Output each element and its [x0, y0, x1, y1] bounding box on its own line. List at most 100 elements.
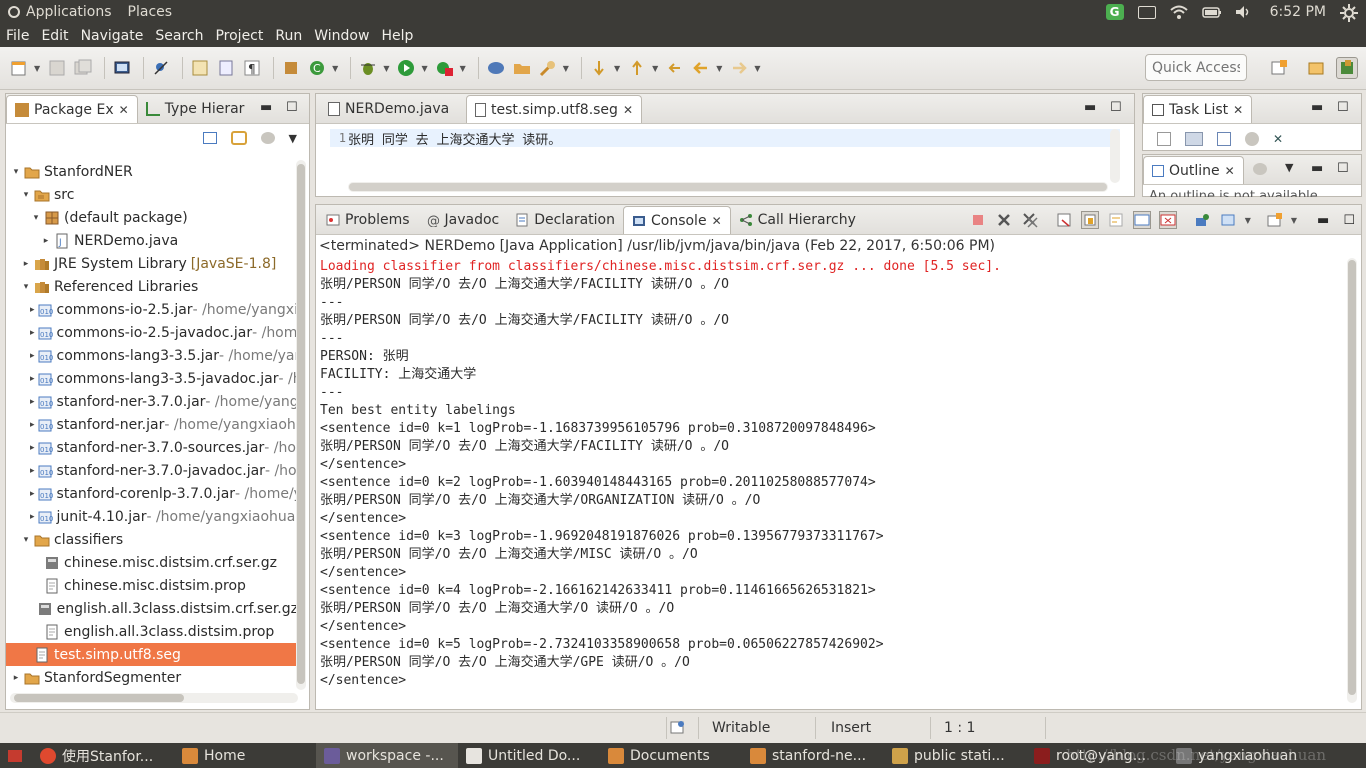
collapse-arrow-icon[interactable]: ▸ [20, 259, 32, 269]
collapse-arrow-icon[interactable]: ▸ [10, 673, 22, 683]
forward-dropdown-icon[interactable]: ▼ [754, 64, 760, 73]
battery-indicator-icon[interactable] [1201, 4, 1221, 20]
external-tools-icon[interactable] [434, 57, 456, 79]
tree-item[interactable]: ▾ src [6, 183, 298, 206]
keyboard-indicator-icon[interactable] [1137, 5, 1156, 19]
tab-javadoc[interactable]: @ Javadoc [418, 206, 508, 234]
open-resource-icon[interactable] [215, 57, 237, 79]
tree-item[interactable]: ▸ 010 stanford-ner-3.7.0-sources.jar - /ho… [6, 436, 298, 459]
minimize-icon[interactable]: ▬ [1311, 100, 1323, 115]
new-class-dropdown-icon[interactable]: ▼ [332, 64, 338, 73]
close-icon[interactable]: ✕ [1233, 103, 1243, 117]
taskbar-item[interactable]: Untitled Do... [458, 743, 600, 768]
java-perspective-icon[interactable] [1336, 57, 1358, 79]
outline-filter-icon[interactable] [1253, 163, 1267, 175]
new-java-package-icon[interactable] [280, 57, 302, 79]
minimize-icon[interactable]: ▬ [1084, 100, 1096, 115]
focus-icon[interactable] [1245, 132, 1259, 146]
collapse-arrow-icon[interactable]: ▸ [30, 397, 35, 407]
menu-search[interactable]: Search [149, 28, 209, 44]
menu-run[interactable]: Run [269, 28, 308, 44]
taskbar-item[interactable]: Documents [600, 743, 742, 768]
grammarly-indicator-icon[interactable]: G [1105, 4, 1124, 20]
show-on-stderr-icon[interactable] [1158, 211, 1177, 229]
tab-nerdemo-java[interactable]: NERDemo.java [320, 95, 466, 123]
tree-item[interactable]: chinese.misc.distsim.crf.ser.gz [6, 551, 298, 574]
tree-item[interactable]: ▸ 010 stanford-ner.jar - /home/yangxiaohu [6, 413, 298, 436]
external-tools-dropdown-icon[interactable]: ▼ [460, 64, 466, 73]
maximize-icon[interactable]: ☐ [1337, 100, 1349, 115]
tree-item[interactable]: ▸ 010commons-io-2.5-javadoc.jar - /home/ [6, 321, 298, 344]
maximize-icon[interactable]: ☐ [1110, 100, 1122, 115]
open-console-dropdown-icon[interactable]: ▼ [1291, 216, 1297, 225]
tree-item[interactable]: ▸ StanfordSegmenter [6, 666, 298, 689]
menu-project[interactable]: Project [209, 28, 269, 44]
vertical-scrollbar[interactable] [1347, 258, 1357, 703]
vertical-scrollbar[interactable] [296, 160, 306, 690]
menu-navigate[interactable]: Navigate [75, 28, 150, 44]
close-icon[interactable]: ✕ [712, 214, 722, 228]
taskbar-item[interactable]: stanford-ne... [742, 743, 884, 768]
show-desktop-icon[interactable] [8, 749, 22, 762]
next-annotation-dropdown-icon[interactable]: ▼ [614, 64, 620, 73]
clock[interactable]: 6:52 PM [1270, 4, 1326, 20]
close-icon[interactable]: ✕ [623, 103, 633, 117]
categorized-icon[interactable] [1185, 132, 1203, 146]
tree-item[interactable]: ▾ classifiers [6, 528, 298, 551]
tree-item[interactable]: ▸ 010 junit-4.10.jar - /home/yangxiaohuan/ [6, 505, 298, 528]
open-folder-icon[interactable] [511, 57, 533, 79]
display-console-dropdown-icon[interactable]: ▼ [1245, 216, 1251, 225]
tree-item[interactable]: english.all.3class.distsim.crf.ser.gz [6, 597, 298, 620]
tab-task-list[interactable]: Task List ✕ [1143, 95, 1253, 123]
collapse-arrow-icon[interactable]: ▸ [30, 374, 35, 384]
taskbar-item[interactable]: public stati... [884, 743, 1026, 768]
horizontal-scrollbar[interactable] [10, 693, 298, 703]
link-with-editor-icon[interactable] [230, 131, 247, 145]
quick-access-input[interactable] [1145, 54, 1247, 81]
horizontal-scrollbar[interactable] [348, 182, 1108, 192]
collapse-arrow-icon[interactable]: ▸ [30, 328, 35, 338]
remove-launch-icon[interactable] [995, 211, 1013, 229]
expand-arrow-icon[interactable]: ▾ [10, 167, 22, 177]
taskbar-item[interactable]: workspace -... [316, 743, 458, 768]
collapse-arrow-icon[interactable]: ▸ [30, 443, 35, 453]
new-icon[interactable] [8, 57, 30, 79]
close-icon[interactable]: ✕ [119, 103, 129, 117]
previous-annotation-dropdown-icon[interactable]: ▼ [652, 64, 658, 73]
tree-item[interactable]: ▸ 010 commons-io-2.5.jar - /home/yangxia [6, 298, 298, 321]
paragraph-icon[interactable]: ¶ [241, 57, 263, 79]
tab-test-simp-utf8-seg[interactable]: test.simp.utf8.seg ✕ [466, 95, 642, 123]
tree-item[interactable]: test.simp.utf8.seg [6, 643, 298, 666]
minimize-icon[interactable]: ▬ [1311, 161, 1323, 176]
taskbar-item[interactable]: Home [174, 743, 316, 768]
collapse-arrow-icon[interactable]: ▸ [30, 305, 35, 315]
maximize-icon[interactable]: ☐ [286, 100, 298, 115]
show-on-stdout-icon[interactable] [1132, 211, 1151, 229]
tree-item[interactable]: chinese.misc.distsim.prop [6, 574, 298, 597]
expand-arrow-icon[interactable]: ▾ [30, 213, 42, 223]
menu-window[interactable]: Window [308, 28, 375, 44]
menu-edit[interactable]: Edit [35, 28, 74, 44]
minimize-icon[interactable]: ▬ [1317, 213, 1329, 228]
editor-line[interactable]: 1 张明 同学 去 上海交通大学 读研。 [330, 129, 1120, 148]
new-java-class-icon[interactable]: C [306, 57, 328, 79]
view-menu-chevron-down-icon[interactable]: ▼ [1285, 161, 1293, 174]
next-annotation-icon[interactable] [588, 57, 610, 79]
tree-item[interactable]: ▸ 010 stanford-ner-3.7.0.jar - /home/yangx [6, 390, 298, 413]
collapse-arrow-icon[interactable]: ▸ [40, 236, 52, 246]
java-ee-perspective-icon[interactable] [1307, 59, 1325, 77]
debug-dropdown-icon[interactable]: ▼ [383, 64, 389, 73]
tree-item[interactable]: ▸ 010 stanford-ner-3.7.0-javadoc.jar - /ho… [6, 459, 298, 482]
previous-annotation-icon[interactable] [626, 57, 648, 79]
filter-icon[interactable] [260, 132, 275, 144]
tree-item[interactable]: ▸ JRE System Library [JavaSE-1.8] [6, 252, 298, 275]
hide-completed-icon[interactable]: ✕ [1273, 132, 1287, 146]
skip-breakpoints-icon[interactable] [150, 57, 172, 79]
tree-item[interactable]: ▾ (default package) [6, 206, 298, 229]
vertical-scrollbar[interactable] [1110, 129, 1120, 183]
maximize-icon[interactable]: ☐ [1343, 213, 1355, 228]
status-source-icon[interactable] [670, 719, 686, 735]
wifi-indicator-icon[interactable] [1169, 4, 1188, 20]
console-output[interactable]: Loading classifier from classifiers/chin… [320, 258, 1344, 693]
scroll-lock-icon[interactable] [1080, 211, 1099, 229]
